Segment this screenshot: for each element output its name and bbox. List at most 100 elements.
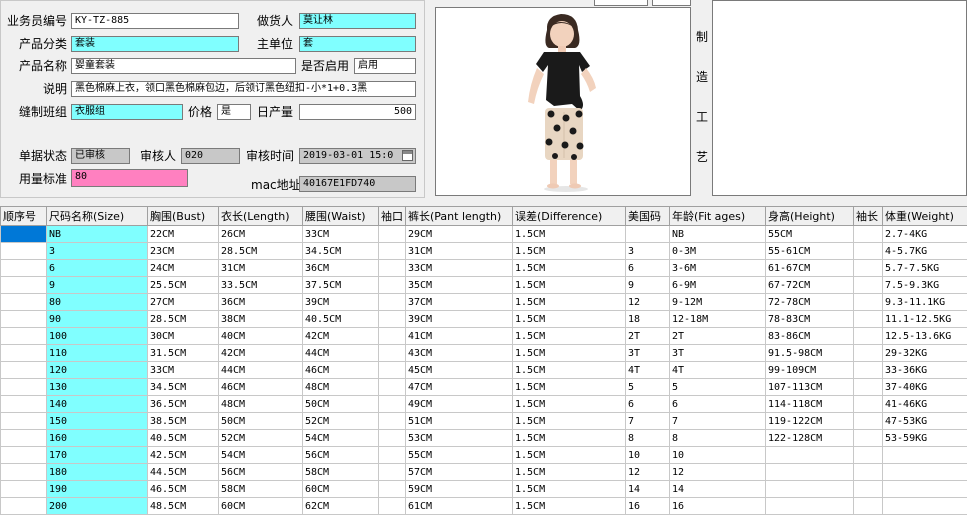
table-cell[interactable]: 24CM — [147, 259, 219, 277]
table-row[interactable]: 140 36.5CM 48CM 50CM 49CM 1.5CM 6 6 114-118CM 41-… — [0, 395, 967, 413]
table-cell[interactable]: 44CM — [302, 344, 379, 362]
table-cell[interactable]: 61CM — [405, 497, 513, 515]
table-row[interactable]: 190 46.5CM 58CM 60CM 59CM 1.5CM 14 14 — [0, 480, 967, 498]
table-row[interactable]: 90 28.5CM 38CM 40.5CM 39CM 1.5CM 18 12-18M 78-83… — [0, 310, 967, 328]
table-cell[interactable] — [625, 225, 670, 243]
table-cell[interactable]: 57CM — [405, 463, 513, 481]
table-row[interactable]: NB 22CM 26CM 33CM 29CM 1.5CM NB 55CM 2.7-4KG — [0, 225, 967, 243]
table-cell[interactable] — [853, 276, 883, 294]
table-cell[interactable] — [0, 225, 47, 243]
table-cell[interactable]: 100 — [46, 327, 148, 345]
table-cell[interactable]: 48.5CM — [147, 497, 219, 515]
table-cell[interactable]: 40CM — [218, 327, 303, 345]
table-cell[interactable]: 8 — [625, 429, 670, 447]
table-cell[interactable]: 0-3M — [669, 242, 766, 260]
table-cell[interactable]: 55-61CM — [765, 242, 854, 260]
table-cell[interactable] — [378, 259, 406, 277]
table-cell[interactable]: 46.5CM — [147, 480, 219, 498]
table-cell[interactable] — [853, 259, 883, 277]
table-cell[interactable]: 91.5-98CM — [765, 344, 854, 362]
table-cell[interactable]: 41CM — [405, 327, 513, 345]
table-cell[interactable]: 170 — [46, 446, 148, 464]
table-cell[interactable]: 44.5CM — [147, 463, 219, 481]
table-cell[interactable]: 122-128CM — [765, 429, 854, 447]
table-row[interactable]: 3 23CM 28.5CM 34.5CM 31CM 1.5CM 3 0-3M 55-61CM 4-… — [0, 242, 967, 260]
enabled-field[interactable]: 启用 — [354, 58, 416, 74]
table-cell[interactable] — [0, 463, 47, 481]
table-cell[interactable] — [378, 344, 406, 362]
table-cell[interactable]: 44CM — [218, 361, 303, 379]
table-cell[interactable]: 34.5CM — [147, 378, 219, 396]
table-cell[interactable] — [0, 446, 47, 464]
table-row[interactable]: 110 31.5CM 42CM 44CM 43CM 1.5CM 3T 3T 91.5-98CM 2… — [0, 344, 967, 362]
table-cell[interactable]: 8 — [669, 429, 766, 447]
table-cell[interactable]: 1.5CM — [512, 412, 626, 430]
table-cell[interactable] — [0, 412, 47, 430]
table-cell[interactable] — [378, 310, 406, 328]
table-cell[interactable] — [378, 293, 406, 311]
table-cell[interactable]: 110 — [46, 344, 148, 362]
table-cell[interactable]: 60CM — [218, 497, 303, 515]
table-cell[interactable]: 12 — [625, 463, 670, 481]
table-cell[interactable] — [378, 378, 406, 396]
table-cell[interactable]: 1.5CM — [512, 310, 626, 328]
table-cell[interactable]: 51CM — [405, 412, 513, 430]
column-header[interactable]: 衣长(Length) — [218, 206, 303, 226]
table-cell[interactable]: 56CM — [302, 446, 379, 464]
table-cell[interactable]: 3 — [46, 242, 148, 260]
table-cell[interactable] — [853, 361, 883, 379]
table-row[interactable]: 200 48.5CM 60CM 62CM 61CM 1.5CM 16 16 — [0, 497, 967, 515]
table-cell[interactable] — [765, 463, 854, 481]
table-cell[interactable]: 7.5-9.3KG — [882, 276, 967, 294]
table-cell[interactable] — [853, 395, 883, 413]
table-cell[interactable]: 200 — [46, 497, 148, 515]
table-cell[interactable] — [378, 242, 406, 260]
column-header[interactable]: 胸围(Bust) — [147, 206, 219, 226]
column-header[interactable]: 年龄(Fit ages) — [669, 206, 766, 226]
table-cell[interactable] — [0, 378, 47, 396]
table-row[interactable]: 80 27CM 36CM 39CM 37CM 1.5CM 12 9-12M 72-78CM 9.3… — [0, 293, 967, 311]
table-cell[interactable]: 5.7-7.5KG — [882, 259, 967, 277]
table-cell[interactable]: 11.1-12.5KG — [882, 310, 967, 328]
table-cell[interactable]: 41-46KG — [882, 395, 967, 413]
price-field[interactable]: 是 — [217, 104, 251, 120]
table-cell[interactable]: 40.5CM — [302, 310, 379, 328]
table-cell[interactable]: 33.5CM — [218, 276, 303, 294]
table-cell[interactable] — [0, 242, 47, 260]
table-cell[interactable]: 78-83CM — [765, 310, 854, 328]
table-cell[interactable]: 1.5CM — [512, 463, 626, 481]
table-row[interactable]: 9 25.5CM 33.5CM 37.5CM 35CM 1.5CM 9 6-9M 67-72CM… — [0, 276, 967, 294]
table-cell[interactable]: 1.5CM — [512, 395, 626, 413]
table-cell[interactable]: 3-6M — [669, 259, 766, 277]
table-cell[interactable] — [378, 327, 406, 345]
table-cell[interactable]: 10 — [669, 446, 766, 464]
table-cell[interactable]: 1.5CM — [512, 446, 626, 464]
table-cell[interactable]: 43CM — [405, 344, 513, 362]
table-cell[interactable]: 140 — [46, 395, 148, 413]
table-cell[interactable] — [0, 480, 47, 498]
category-field[interactable]: 套装 — [71, 36, 239, 52]
table-cell[interactable] — [0, 429, 47, 447]
table-cell[interactable]: 1.5CM — [512, 344, 626, 362]
table-cell[interactable]: 99-109CM — [765, 361, 854, 379]
table-cell[interactable]: 12.5-13.6KG — [882, 327, 967, 345]
table-cell[interactable]: 4-5.7KG — [882, 242, 967, 260]
table-cell[interactable]: 1.5CM — [512, 259, 626, 277]
table-row[interactable]: 130 34.5CM 46CM 48CM 47CM 1.5CM 5 5 107-113CM 37-… — [0, 378, 967, 396]
table-cell[interactable]: 38CM — [218, 310, 303, 328]
table-cell[interactable]: 29CM — [405, 225, 513, 243]
audit-time-field[interactable]: 2019-03-01 15:0 — [299, 148, 416, 164]
table-cell[interactable] — [378, 463, 406, 481]
table-cell[interactable]: 1.5CM — [512, 276, 626, 294]
table-cell[interactable] — [853, 463, 883, 481]
table-cell[interactable]: 18 — [625, 310, 670, 328]
table-cell[interactable] — [882, 463, 967, 481]
column-header[interactable]: 袖口 — [378, 206, 406, 226]
column-header[interactable]: 腰围(Waist) — [302, 206, 379, 226]
table-cell[interactable]: 72-78CM — [765, 293, 854, 311]
table-cell[interactable]: 1.5CM — [512, 242, 626, 260]
table-cell[interactable]: 37.5CM — [302, 276, 379, 294]
table-cell[interactable]: 10 — [625, 446, 670, 464]
table-cell[interactable] — [378, 361, 406, 379]
table-cell[interactable]: 38.5CM — [147, 412, 219, 430]
